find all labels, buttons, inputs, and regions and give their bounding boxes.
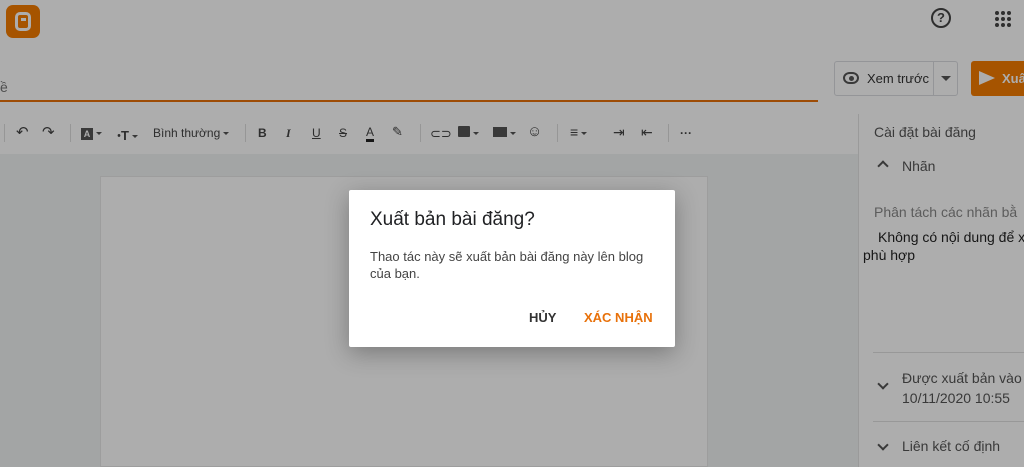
dialog-body: Thao tác này sẽ xuất bản bài đăng này lê…	[370, 249, 644, 281]
cancel-button[interactable]: HỦY	[529, 310, 556, 325]
confirm-button[interactable]: XÁC NHẬN	[584, 310, 653, 325]
publish-confirm-dialog: Xuất bản bài đăng? Thao tác này sẽ xuất …	[349, 190, 675, 347]
dialog-title: Xuất bản bài đăng?	[370, 209, 535, 230]
